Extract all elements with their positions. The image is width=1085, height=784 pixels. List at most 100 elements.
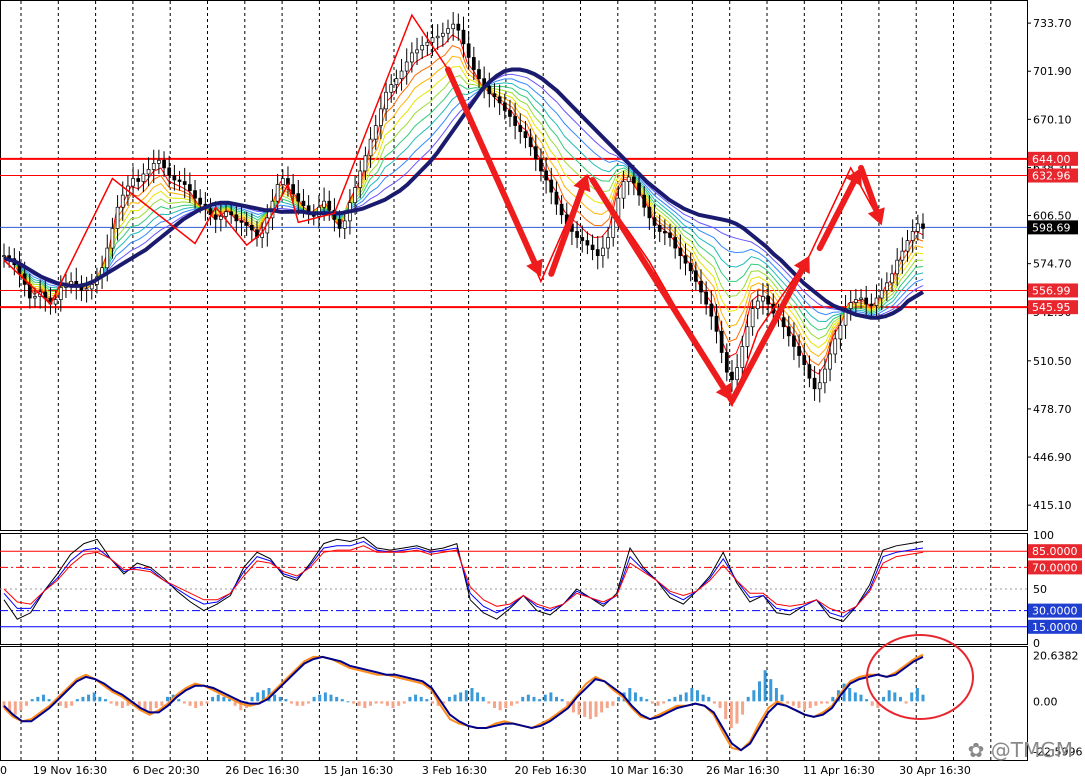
candle-body bbox=[792, 335, 796, 347]
candle-body bbox=[456, 23, 461, 31]
histogram-bar bbox=[594, 701, 598, 717]
candle-body bbox=[740, 346, 745, 368]
candle-body bbox=[131, 178, 135, 187]
histogram-bar bbox=[583, 701, 587, 717]
candle-body bbox=[559, 203, 564, 216]
histogram-bar bbox=[588, 701, 592, 720]
histogram-bar bbox=[509, 701, 513, 706]
histogram-bar bbox=[718, 701, 722, 708]
oscillator-line bbox=[3, 655, 924, 752]
histogram-bar bbox=[211, 696, 215, 702]
x-axis-label: 20 Feb 16:30 bbox=[514, 764, 586, 777]
candle-body bbox=[110, 228, 115, 249]
x-axis-label: 30 Apr 16:30 bbox=[899, 764, 971, 777]
candle-body bbox=[342, 220, 347, 229]
histogram-bar bbox=[656, 701, 660, 706]
histogram-bar bbox=[397, 701, 401, 706]
histogram-bar bbox=[385, 701, 389, 706]
stochastic-level-label: 85.0000 bbox=[1032, 545, 1078, 558]
candle-body bbox=[249, 225, 254, 231]
candle-body bbox=[389, 84, 394, 93]
histogram-bar bbox=[25, 701, 29, 706]
histogram-bar bbox=[216, 694, 220, 702]
candle-body bbox=[435, 35, 440, 39]
histogram-bar bbox=[887, 690, 891, 702]
candle-body bbox=[167, 167, 172, 176]
histogram-bar bbox=[662, 701, 666, 704]
histogram-bar bbox=[853, 692, 857, 702]
histogram-bar bbox=[729, 701, 733, 728]
candle-body bbox=[188, 184, 192, 191]
candle-body bbox=[2, 255, 6, 258]
candle-body bbox=[590, 244, 595, 250]
stochastic-tick-label: 0 bbox=[1033, 637, 1040, 650]
candle-body bbox=[755, 300, 760, 309]
candle-body bbox=[53, 299, 58, 305]
candle-body bbox=[864, 297, 869, 305]
histogram-bar bbox=[222, 696, 226, 702]
x-axis-label: 26 Dec 16:30 bbox=[225, 764, 299, 777]
candle-body bbox=[549, 179, 554, 193]
histogram-bar bbox=[757, 681, 761, 702]
histogram-bar bbox=[555, 696, 559, 702]
candle-body bbox=[244, 222, 249, 226]
price-tick-label: 574.70 bbox=[1033, 258, 1072, 271]
histogram-bar bbox=[154, 701, 158, 708]
histogram-bar bbox=[318, 694, 322, 702]
histogram-bar bbox=[803, 701, 807, 711]
x-axis-label: 6 Dec 20:30 bbox=[133, 764, 200, 777]
candle-body bbox=[539, 158, 543, 172]
histogram-bar bbox=[650, 701, 654, 704]
stochastic-tick-label: 100 bbox=[1033, 529, 1054, 542]
histogram-bar bbox=[414, 694, 418, 702]
candle-body bbox=[900, 250, 905, 261]
candle-body bbox=[921, 223, 925, 229]
histogram-bar bbox=[290, 701, 294, 704]
histogram-bar bbox=[340, 699, 344, 702]
histogram-bar bbox=[447, 696, 451, 702]
histogram-bar bbox=[295, 701, 299, 706]
histogram-bar bbox=[453, 694, 457, 702]
candle-body bbox=[637, 182, 641, 196]
candle-body bbox=[172, 175, 177, 181]
level-label: 556.99 bbox=[1032, 284, 1071, 297]
candle-body bbox=[817, 382, 822, 390]
histogram-bar bbox=[848, 688, 852, 702]
candle-body bbox=[466, 43, 471, 58]
stochastic-level-label: 30.0000 bbox=[1032, 605, 1078, 618]
histogram-bar bbox=[825, 701, 829, 704]
candle-body bbox=[735, 367, 739, 381]
candle-body bbox=[838, 324, 843, 340]
histogram-bar bbox=[797, 701, 801, 708]
candle-body bbox=[358, 170, 363, 188]
candle-body bbox=[606, 237, 610, 249]
candle-body bbox=[229, 211, 234, 216]
histogram-bar bbox=[149, 701, 153, 713]
histogram-bar bbox=[611, 701, 615, 706]
histogram-bar bbox=[47, 699, 51, 702]
histogram-bar bbox=[808, 701, 812, 708]
candle-body bbox=[461, 29, 466, 45]
histogram-bar bbox=[402, 701, 406, 704]
watermark-text: @TMGM bbox=[990, 738, 1073, 762]
histogram-bar bbox=[98, 696, 102, 702]
candle-body bbox=[823, 368, 827, 384]
histogram-bar bbox=[312, 696, 316, 702]
histogram-bar bbox=[904, 701, 908, 704]
histogram-bar bbox=[639, 696, 643, 702]
candle-body bbox=[518, 125, 523, 132]
stochastic-panel-frame bbox=[0, 533, 1028, 645]
candle-body bbox=[693, 270, 698, 282]
histogram-bar bbox=[915, 688, 919, 702]
candle-body bbox=[533, 146, 538, 160]
candle-body bbox=[750, 308, 755, 328]
histogram-bar bbox=[695, 690, 699, 702]
level-label: 632.96 bbox=[1032, 170, 1071, 183]
watermark: ✿ @TMGM bbox=[968, 738, 1073, 762]
candle-body bbox=[704, 291, 709, 305]
candle-body bbox=[492, 93, 497, 98]
histogram-bar bbox=[549, 692, 553, 702]
histogram-bar bbox=[166, 696, 170, 702]
histogram-bar bbox=[120, 701, 124, 708]
histogram-bar bbox=[87, 694, 91, 702]
